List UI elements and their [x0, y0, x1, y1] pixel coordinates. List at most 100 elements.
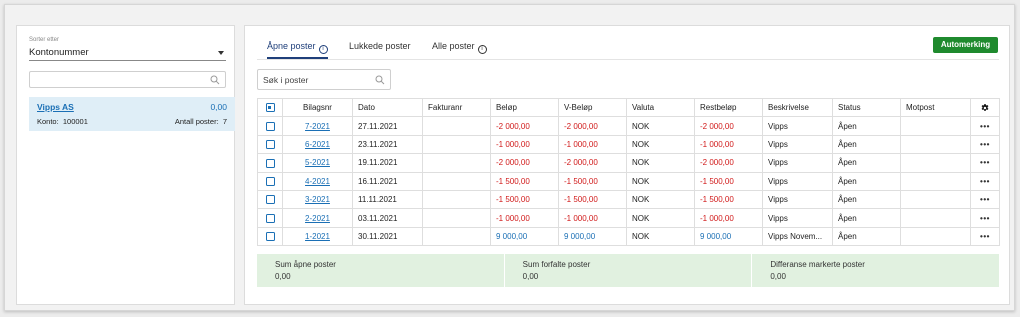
account-number: Konto: 100001 [37, 117, 88, 126]
row-menu-icon[interactable]: ••• [980, 140, 990, 149]
posts-table: Bilagsnr Dato Fakturanr Beløp V-Beløp Va… [257, 97, 1000, 247]
column-header[interactable]: Beløp [490, 97, 559, 118]
bilagsnr-link[interactable]: 6-2021 [305, 140, 330, 149]
info-icon[interactable]: i [477, 45, 487, 54]
cell-dato: 11.11.2021 [352, 189, 423, 210]
cell-valuta: NOK [626, 226, 695, 247]
cell-vbelop: -1 500,00 [558, 189, 627, 210]
row-menu-icon[interactable]: ••• [980, 177, 990, 186]
cell-restbelop: -1 000,00 [694, 208, 763, 228]
cell-vbelop: -1 500,00 [558, 171, 627, 191]
bilagsnr-link[interactable]: 3-2021 [305, 195, 330, 204]
app-window: Sorter etter Kontonummer Vipps AS 0,00 K… [4, 4, 1015, 311]
cell-status: Åpen [832, 153, 901, 173]
cell-valuta: NOK [626, 171, 695, 191]
sort-label: Sorter etter [29, 37, 60, 43]
post-search-input[interactable] [258, 70, 368, 89]
table-row[interactable]: 2-2021 03.11.2021 -1 000,00 -1 000,00 NOK -1 … [257, 208, 1000, 228]
cell-beskrivelse: Vipps [762, 116, 833, 136]
account-list-item[interactable]: Vipps AS 0,00 Konto: 100001 Antall poste… [29, 97, 235, 131]
summary-marked-difference: Differanse markerte poster 0,00 [752, 254, 999, 287]
column-header[interactable]: Restbeløp [694, 97, 763, 118]
cell-vbelop: -2 000,00 [558, 116, 627, 136]
cell-fakturanr [422, 226, 491, 247]
column-header[interactable]: V-Beløp [558, 97, 627, 118]
account-search-input[interactable] [29, 71, 226, 88]
row-checkbox[interactable] [265, 176, 275, 186]
cell-bilagsnr[interactable]: 1-2021 [282, 226, 353, 247]
cell-motpost [900, 189, 971, 210]
account-sum: 0,00 [210, 102, 227, 112]
cell-valuta: NOK [626, 153, 695, 173]
bilagsnr-link[interactable]: 7-2021 [305, 122, 330, 131]
gear-icon[interactable] [980, 103, 990, 113]
post-search [257, 69, 391, 90]
cell-status: Åpen [832, 226, 901, 247]
bilagsnr-link[interactable]: 1-2021 [305, 232, 330, 241]
summary-label: Sum forfalte poster [522, 260, 591, 269]
row-menu-icon[interactable]: ••• [980, 158, 990, 167]
tab-all-posts[interactable]: Alle poster i [432, 41, 487, 59]
cell-dato: 16.11.2021 [352, 171, 423, 191]
cell-motpost [900, 116, 971, 136]
table-row[interactable]: 1-2021 30.11.2021 9 000,00 9 000,00 NOK 9 000… [257, 226, 1000, 247]
cell-vbelop: -2 000,00 [558, 153, 627, 173]
select-all-checkbox[interactable] [265, 103, 275, 113]
table-row[interactable]: 4-2021 16.11.2021 -1 500,00 -1 500,00 NOK -1 … [257, 171, 1000, 191]
bilagsnr-link[interactable]: 5-2021 [305, 158, 330, 167]
cell-fakturanr [422, 134, 491, 155]
column-header[interactable]: Fakturanr [422, 97, 491, 118]
column-header[interactable]: Dato [352, 97, 423, 118]
cell-bilagsnr[interactable]: 5-2021 [282, 153, 353, 173]
row-checkbox[interactable] [265, 195, 275, 205]
summary-open-posts: Sum åpne poster 0,00 [257, 254, 505, 287]
cell-restbelop: -2 000,00 [694, 153, 763, 173]
column-header[interactable]: Valuta [626, 97, 695, 118]
tab-open-posts[interactable]: Åpne poster i [267, 41, 328, 59]
automerking-button[interactable]: Automerking [933, 37, 998, 53]
table-row[interactable]: 5-2021 19.11.2021 -2 000,00 -2 000,00 NOK -2 … [257, 153, 1000, 173]
cell-motpost [900, 134, 971, 155]
bilagsnr-link[interactable]: 2-2021 [305, 214, 330, 223]
cell-fakturanr [422, 116, 491, 136]
cell-vbelop: 9 000,00 [558, 226, 627, 247]
cell-belop: -1 000,00 [490, 208, 559, 228]
sort-select-value: Kontonummer [29, 47, 89, 58]
cell-bilagsnr[interactable]: 7-2021 [282, 116, 353, 136]
cell-bilagsnr[interactable]: 4-2021 [282, 171, 353, 191]
cell-bilagsnr[interactable]: 3-2021 [282, 189, 353, 210]
tab-closed-posts[interactable]: Lukkede poster [349, 41, 411, 59]
column-header[interactable]: Bilagsnr [282, 97, 353, 118]
row-checkbox[interactable] [265, 158, 275, 168]
cell-bilagsnr[interactable]: 6-2021 [282, 134, 353, 155]
cell-beskrivelse: Vipps [762, 189, 833, 210]
cell-valuta: NOK [626, 134, 695, 155]
cell-bilagsnr[interactable]: 2-2021 [282, 208, 353, 228]
search-icon [210, 75, 220, 85]
summary-label: Differanse markerte poster [770, 260, 865, 269]
row-checkbox[interactable] [265, 232, 275, 242]
column-header[interactable]: Beskrivelse [762, 97, 833, 118]
row-menu-icon[interactable]: ••• [980, 122, 990, 131]
row-menu-icon[interactable]: ••• [980, 214, 990, 223]
row-checkbox[interactable] [265, 213, 275, 223]
cell-valuta: NOK [626, 116, 695, 136]
cell-belop: -1 500,00 [490, 171, 559, 191]
row-checkbox[interactable] [265, 121, 275, 131]
cell-belop: -2 000,00 [490, 116, 559, 136]
row-menu-icon[interactable]: ••• [980, 195, 990, 204]
table-row[interactable]: 6-2021 23.11.2021 -1 000,00 -1 000,00 NOK -1 … [257, 134, 1000, 155]
cell-restbelop: -1 000,00 [694, 134, 763, 155]
table-row[interactable]: 7-2021 27.11.2021 -2 000,00 -2 000,00 NOK -2 … [257, 116, 1000, 136]
column-header[interactable]: Motpost [900, 97, 971, 118]
info-icon[interactable]: i [318, 45, 328, 54]
table-row[interactable]: 3-2021 11.11.2021 -1 500,00 -1 500,00 NOK -1 … [257, 189, 1000, 210]
row-checkbox[interactable] [265, 140, 275, 150]
search-icon [375, 75, 385, 85]
column-header[interactable]: Status [832, 97, 901, 118]
cell-valuta: NOK [626, 189, 695, 210]
row-menu-icon[interactable]: ••• [980, 232, 990, 241]
account-name[interactable]: Vipps AS [37, 102, 74, 112]
sort-select[interactable]: Kontonummer [29, 44, 226, 61]
bilagsnr-link[interactable]: 4-2021 [305, 177, 330, 186]
